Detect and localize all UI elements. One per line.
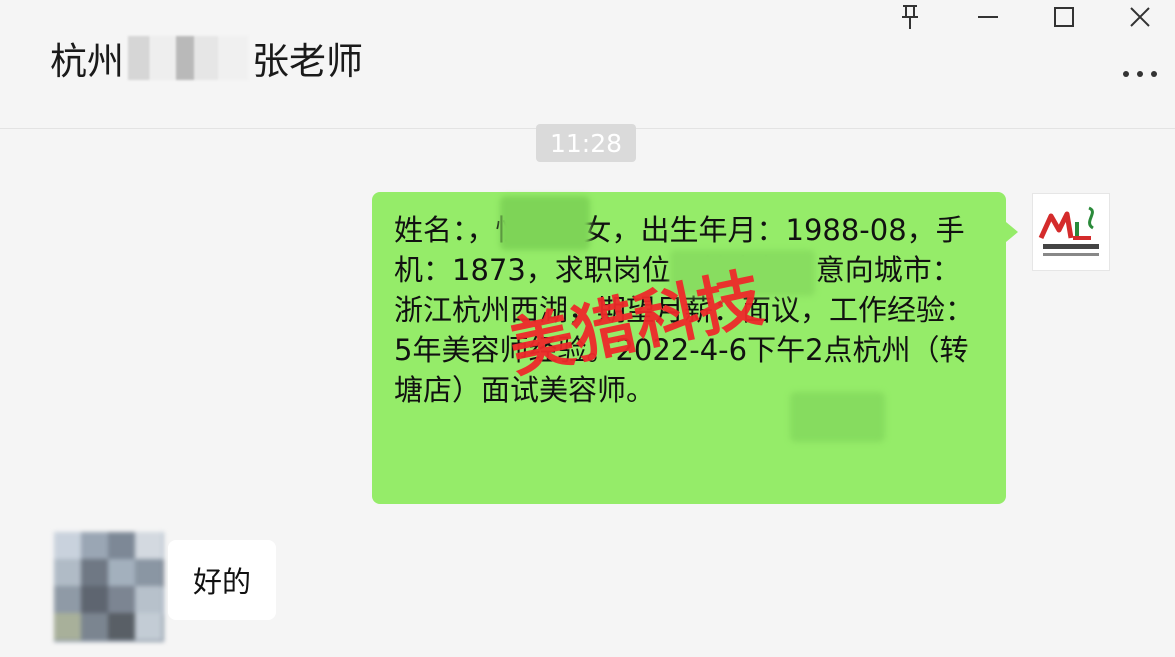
blurred-name-region <box>500 196 590 250</box>
avatar-tile <box>135 586 162 613</box>
blurred-name <box>128 36 248 80</box>
avatar-tile <box>54 532 81 559</box>
maximize-icon[interactable] <box>1034 0 1094 34</box>
chat-title: 杭州 张老师 <box>50 30 363 86</box>
maximize-icon-svg <box>1054 7 1074 27</box>
avatar-tile <box>135 559 162 586</box>
avatar-tile <box>135 613 162 640</box>
avatar-tile <box>108 613 135 640</box>
close-icon-svg <box>1130 7 1150 27</box>
pin-icon[interactable] <box>880 0 940 34</box>
avatar-tile <box>81 613 108 640</box>
avatar-tile <box>108 532 135 559</box>
chat-title-prefix: 杭州 <box>50 40 124 83</box>
avatar-tile <box>81 559 108 586</box>
avatar-tile <box>54 586 81 613</box>
avatar-tile <box>54 613 81 640</box>
blurred-phone-region <box>670 250 815 296</box>
minimize-icon-svg <box>978 16 998 18</box>
avatar-tile <box>108 559 135 586</box>
avatar-tile <box>108 586 135 613</box>
message-timestamp: 11:28 <box>536 124 636 162</box>
avatar-tile <box>81 586 108 613</box>
received-message-bubble[interactable]: 好的 <box>168 540 276 620</box>
more-icon-svg <box>1123 71 1157 77</box>
avatar-tile <box>135 532 162 559</box>
minimize-icon[interactable] <box>958 0 1018 34</box>
blurred-store-region <box>790 392 885 442</box>
chat-title-suffix: 张老师 <box>252 40 363 83</box>
avatar-tile <box>54 559 81 586</box>
sent-message-bubble[interactable]: 姓名：，性别：女，出生年月：1988-08，手机：1873，求职岗位：美容师，意… <box>372 192 1018 504</box>
logo-icon <box>1038 206 1099 256</box>
avatar-tile <box>81 532 108 559</box>
more-icon[interactable] <box>1110 56 1170 92</box>
chat-header: 杭州 张老师 <box>0 0 1175 129</box>
close-icon[interactable] <box>1110 0 1170 34</box>
my-avatar[interactable] <box>1032 193 1110 271</box>
pin-icon-svg <box>902 5 918 29</box>
contact-avatar[interactable] <box>54 532 164 642</box>
